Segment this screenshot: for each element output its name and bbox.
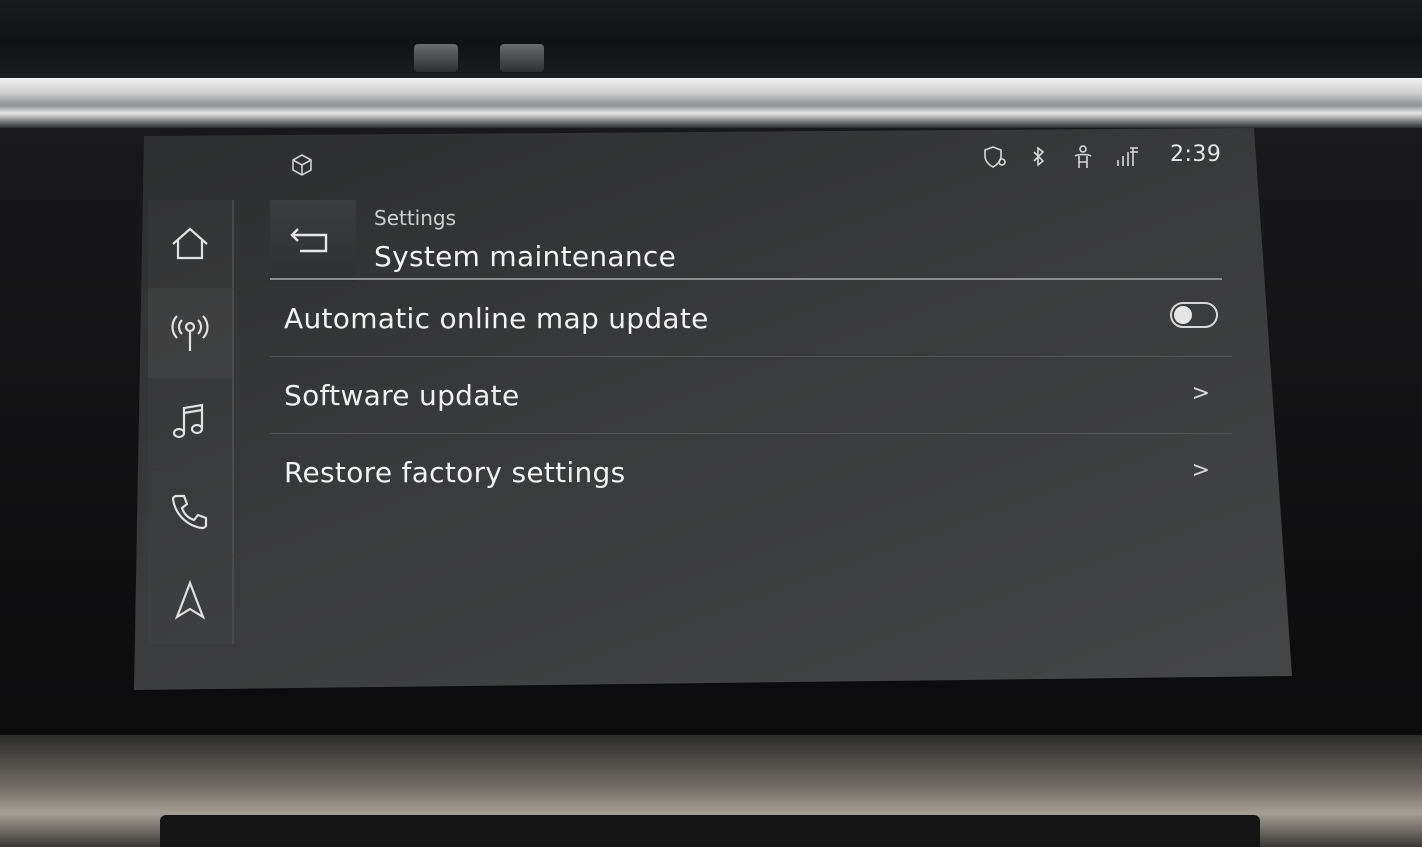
list-item-software-update[interactable]: Software update > bbox=[270, 357, 1232, 434]
bluetooth-icon bbox=[1026, 144, 1052, 170]
list-item-label: Software update bbox=[284, 378, 520, 412]
chevron-right-icon: > bbox=[1191, 458, 1210, 483]
infotainment-screen: 2:39 Settings System maintenance Automat… bbox=[134, 128, 1292, 690]
chrome-trim bbox=[0, 78, 1422, 128]
rail-item-media[interactable] bbox=[148, 378, 234, 467]
back-arrow-icon bbox=[290, 228, 328, 253]
list-item-label: Restore factory settings bbox=[284, 455, 626, 489]
dashboard-vent-area bbox=[0, 0, 1422, 78]
rail-item-phone[interactable] bbox=[148, 467, 234, 556]
radio-antenna-icon bbox=[171, 315, 209, 351]
settings-list: Automatic online map update Software upd… bbox=[270, 280, 1232, 510]
dashboard-lower-panel bbox=[160, 815, 1260, 847]
clock: 2:39 bbox=[1170, 142, 1222, 167]
list-item-automatic-online-map-update[interactable]: Automatic online map update bbox=[270, 280, 1232, 357]
cube-icon[interactable] bbox=[289, 152, 315, 178]
shield-location-icon bbox=[982, 144, 1008, 170]
music-note-icon bbox=[172, 403, 204, 439]
chevron-right-icon: > bbox=[1191, 381, 1210, 406]
breadcrumb: Settings bbox=[374, 206, 457, 230]
status-icons bbox=[982, 142, 1140, 172]
lte-signal-icon bbox=[1114, 144, 1140, 170]
rail-item-navigation[interactable] bbox=[148, 556, 234, 644]
home-icon bbox=[172, 227, 208, 260]
toggle-knob bbox=[1174, 306, 1192, 324]
phone-icon bbox=[171, 494, 208, 530]
vent-clip bbox=[500, 44, 544, 72]
rail-item-home[interactable] bbox=[148, 200, 234, 289]
list-item-label: Automatic online map update bbox=[284, 301, 709, 335]
seat-person-icon bbox=[1070, 144, 1096, 170]
back-button[interactable] bbox=[270, 200, 356, 282]
navigation-arrow-icon bbox=[174, 579, 206, 620]
map-update-toggle[interactable] bbox=[1170, 302, 1218, 328]
vent-clip bbox=[414, 44, 458, 72]
side-rail bbox=[148, 200, 234, 644]
status-bar: 2:39 bbox=[134, 128, 1292, 188]
rail-item-radio[interactable] bbox=[148, 289, 234, 378]
list-item-restore-factory-settings[interactable]: Restore factory settings > bbox=[270, 434, 1232, 510]
page-title: System maintenance bbox=[374, 240, 677, 273]
